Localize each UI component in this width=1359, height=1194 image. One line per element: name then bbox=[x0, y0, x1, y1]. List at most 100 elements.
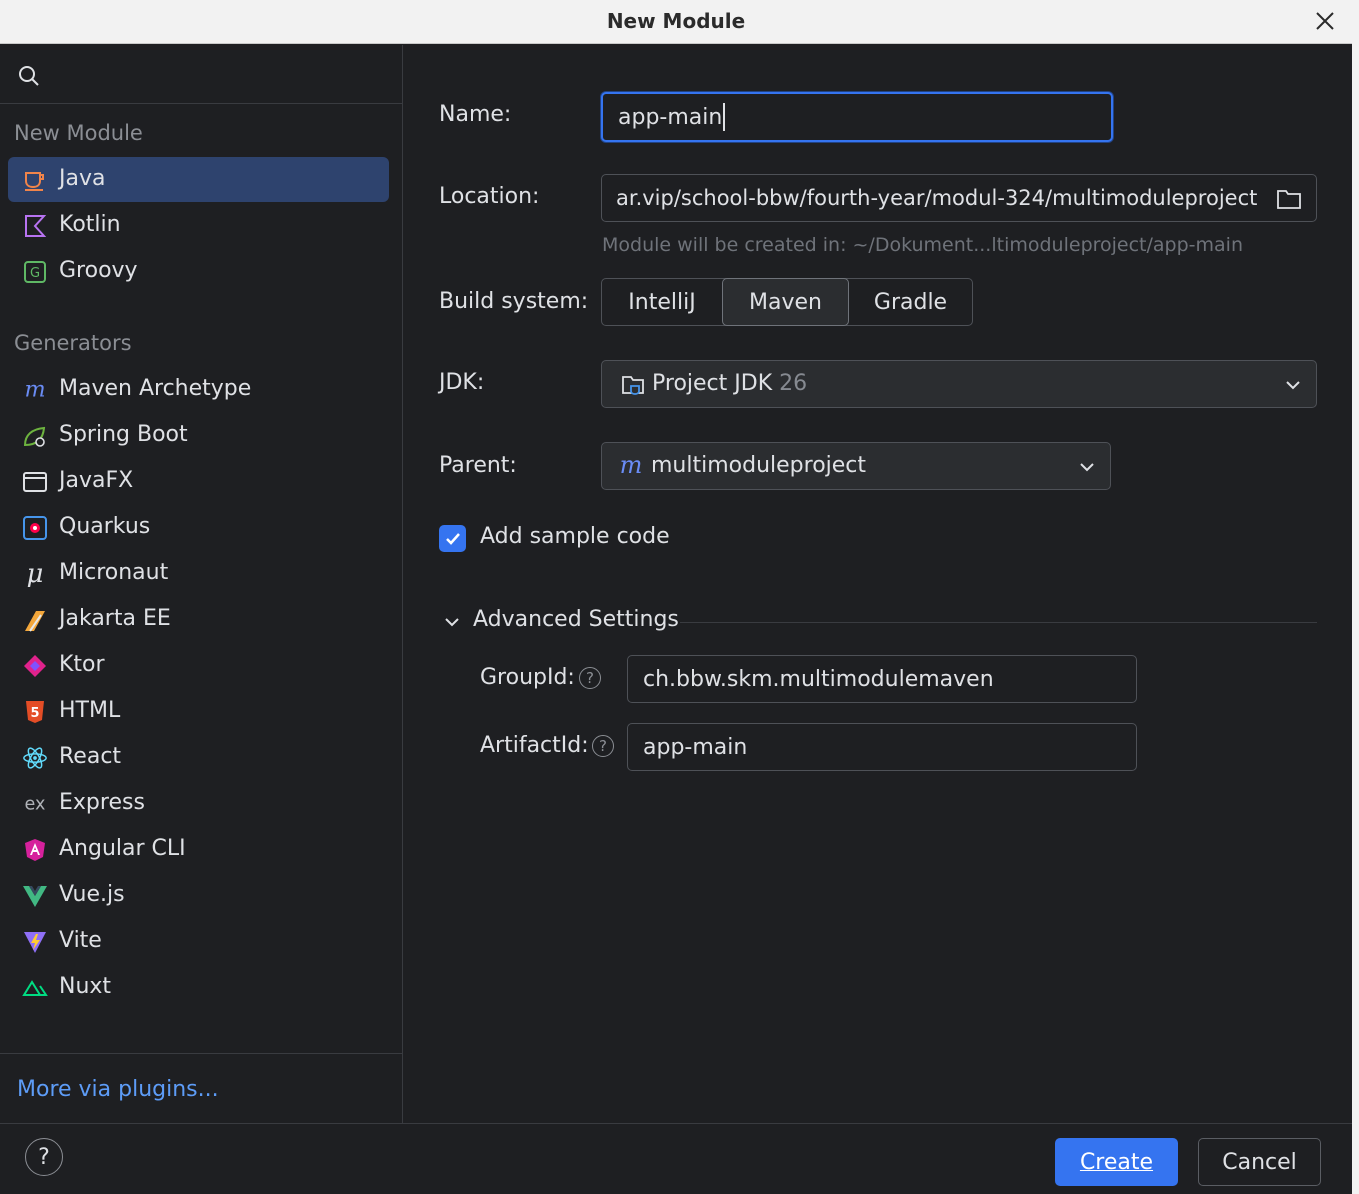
artifact-id-value: app-main bbox=[643, 734, 748, 760]
cancel-button[interactable]: Cancel bbox=[1198, 1138, 1321, 1186]
maven-icon: m bbox=[620, 453, 643, 479]
svg-text:μ: μ bbox=[27, 561, 44, 587]
add-sample-code-label: Add sample code bbox=[480, 524, 670, 549]
add-sample-code-checkbox[interactable] bbox=[439, 525, 466, 552]
micronaut-icon: μ bbox=[22, 561, 48, 587]
advanced-divider bbox=[680, 622, 1317, 623]
spring-boot-icon bbox=[22, 423, 48, 449]
html5-icon: 5 bbox=[22, 699, 48, 725]
build-option-intellij[interactable]: IntelliJ bbox=[602, 279, 722, 325]
sidebar-item-kotlin[interactable]: Kotlin bbox=[8, 203, 389, 248]
more-plugins-link[interactable]: More via plugins... bbox=[17, 1077, 219, 1102]
react-icon bbox=[22, 745, 48, 771]
create-button-label: Create bbox=[1079, 1149, 1154, 1175]
sidebar-item-react[interactable]: React bbox=[8, 735, 389, 780]
location-value: ar.vip/school-bbw/fourth-year/modul-324/… bbox=[616, 186, 1258, 210]
build-option-maven[interactable]: Maven bbox=[722, 278, 849, 326]
ktor-icon bbox=[22, 653, 48, 679]
section-title-new-module: New Module bbox=[14, 121, 143, 145]
svg-text:m: m bbox=[620, 453, 643, 479]
sidebar-item-express[interactable]: ex Express bbox=[8, 781, 389, 826]
parent-value: multimoduleproject bbox=[651, 453, 867, 478]
sidebar-item-label: Groovy bbox=[59, 258, 138, 283]
sidebar-item-html[interactable]: 5 HTML bbox=[8, 689, 389, 734]
close-icon[interactable] bbox=[1312, 8, 1338, 34]
sidebar-item-label: Kotlin bbox=[59, 212, 121, 237]
sidebar-item-label: Micronaut bbox=[59, 560, 169, 585]
artifact-id-input[interactable]: app-main bbox=[627, 723, 1137, 771]
sidebar-item-label: Vue.js bbox=[59, 882, 125, 907]
sidebar-search[interactable] bbox=[0, 45, 403, 104]
jdk-label: JDK: bbox=[439, 370, 485, 395]
svg-text:m: m bbox=[24, 377, 45, 403]
advanced-settings-toggle[interactable]: Advanced Settings bbox=[473, 607, 679, 632]
sidebar-item-spring-boot[interactable]: Spring Boot bbox=[8, 413, 389, 458]
sidebar-item-maven-archetype[interactable]: m Maven Archetype bbox=[8, 367, 389, 412]
sidebar-item-angular-cli[interactable]: Angular CLI bbox=[8, 827, 389, 872]
java-icon bbox=[22, 167, 48, 193]
svg-text:G: G bbox=[30, 266, 40, 281]
sidebar-item-vite[interactable]: Vite bbox=[8, 919, 389, 964]
sidebar-item-quarkus[interactable]: Quarkus bbox=[8, 505, 389, 550]
checkmark-icon bbox=[445, 532, 460, 545]
section-title-generators: Generators bbox=[14, 331, 132, 355]
sidebar-item-label: Quarkus bbox=[59, 514, 151, 539]
sidebar-item-jakarta-ee[interactable]: Jakarta EE bbox=[8, 597, 389, 642]
svg-text:ex: ex bbox=[25, 795, 46, 815]
name-input[interactable]: app-main bbox=[601, 92, 1113, 142]
create-button[interactable]: Create bbox=[1055, 1138, 1178, 1186]
express-icon: ex bbox=[22, 791, 48, 817]
jdk-name: Project JDK bbox=[652, 371, 773, 396]
sidebar-item-label: Vite bbox=[59, 928, 102, 953]
module-form: Name: app-main Location: ar.vip/school-b… bbox=[404, 45, 1352, 1123]
sidebar-item-groovy[interactable]: G Groovy bbox=[8, 249, 389, 294]
folder-icon[interactable] bbox=[1276, 187, 1302, 211]
artifact-id-label: ArtifactId: bbox=[480, 733, 589, 758]
vue-icon bbox=[22, 883, 48, 909]
sidebar: New Module Java Kotlin G Groovy Generato… bbox=[0, 45, 403, 1123]
window-title: New Module bbox=[606, 9, 746, 33]
location-label: Location: bbox=[439, 184, 540, 209]
sidebar-item-label: Java bbox=[59, 166, 106, 191]
parent-label: Parent: bbox=[439, 453, 517, 478]
sidebar-footer: More via plugins... bbox=[0, 1053, 403, 1123]
search-icon[interactable] bbox=[17, 64, 41, 88]
sidebar-item-label: Ktor bbox=[59, 652, 105, 677]
jdk-value: Project JDK 26 bbox=[652, 371, 807, 396]
help-button[interactable]: ? bbox=[25, 1138, 63, 1176]
javafx-icon bbox=[22, 469, 48, 495]
sidebar-item-javafx[interactable]: JavaFX bbox=[8, 459, 389, 504]
svg-text:5: 5 bbox=[30, 706, 39, 721]
sidebar-item-java[interactable]: Java bbox=[8, 157, 389, 202]
location-hint: Module will be created in: ~/Dokument...… bbox=[602, 234, 1243, 256]
text-cursor bbox=[723, 103, 726, 131]
group-id-input[interactable]: ch.bbw.skm.multimodulemaven bbox=[627, 655, 1137, 703]
sidebar-item-label: Jakarta EE bbox=[59, 606, 171, 631]
maven-icon: m bbox=[22, 377, 48, 403]
group-id-help-icon[interactable]: ? bbox=[579, 667, 601, 689]
artifact-id-help-icon[interactable]: ? bbox=[592, 735, 614, 757]
jakarta-ee-icon bbox=[22, 607, 48, 633]
build-option-gradle[interactable]: Gradle bbox=[849, 279, 972, 325]
parent-dropdown[interactable]: m multimoduleproject bbox=[601, 442, 1111, 490]
chevron-down-icon[interactable] bbox=[443, 613, 461, 631]
sidebar-item-ktor[interactable]: Ktor bbox=[8, 643, 389, 688]
build-system-label: Build system: bbox=[439, 289, 589, 314]
vite-icon bbox=[22, 929, 48, 955]
build-system-selector: IntelliJ Maven Gradle bbox=[601, 278, 973, 326]
angular-icon bbox=[22, 837, 48, 863]
sidebar-item-micronaut[interactable]: μ Micronaut bbox=[8, 551, 389, 596]
sidebar-item-nuxt[interactable]: Nuxt bbox=[8, 965, 389, 1010]
group-id-label: GroupId: bbox=[480, 665, 575, 690]
jdk-dropdown[interactable]: Project JDK 26 bbox=[601, 360, 1317, 408]
name-label: Name: bbox=[439, 102, 512, 127]
sidebar-item-label: JavaFX bbox=[59, 468, 134, 493]
sidebar-item-label: Angular CLI bbox=[59, 836, 186, 861]
sidebar-item-vue[interactable]: Vue.js bbox=[8, 873, 389, 918]
sidebar-item-label: React bbox=[59, 744, 122, 769]
dialog-footer: ? Create Cancel bbox=[0, 1123, 1352, 1194]
quarkus-icon bbox=[22, 515, 48, 541]
sidebar-item-label: HTML bbox=[59, 698, 121, 723]
location-input[interactable]: ar.vip/school-bbw/fourth-year/modul-324/… bbox=[601, 174, 1317, 222]
jdk-version: 26 bbox=[779, 371, 808, 396]
